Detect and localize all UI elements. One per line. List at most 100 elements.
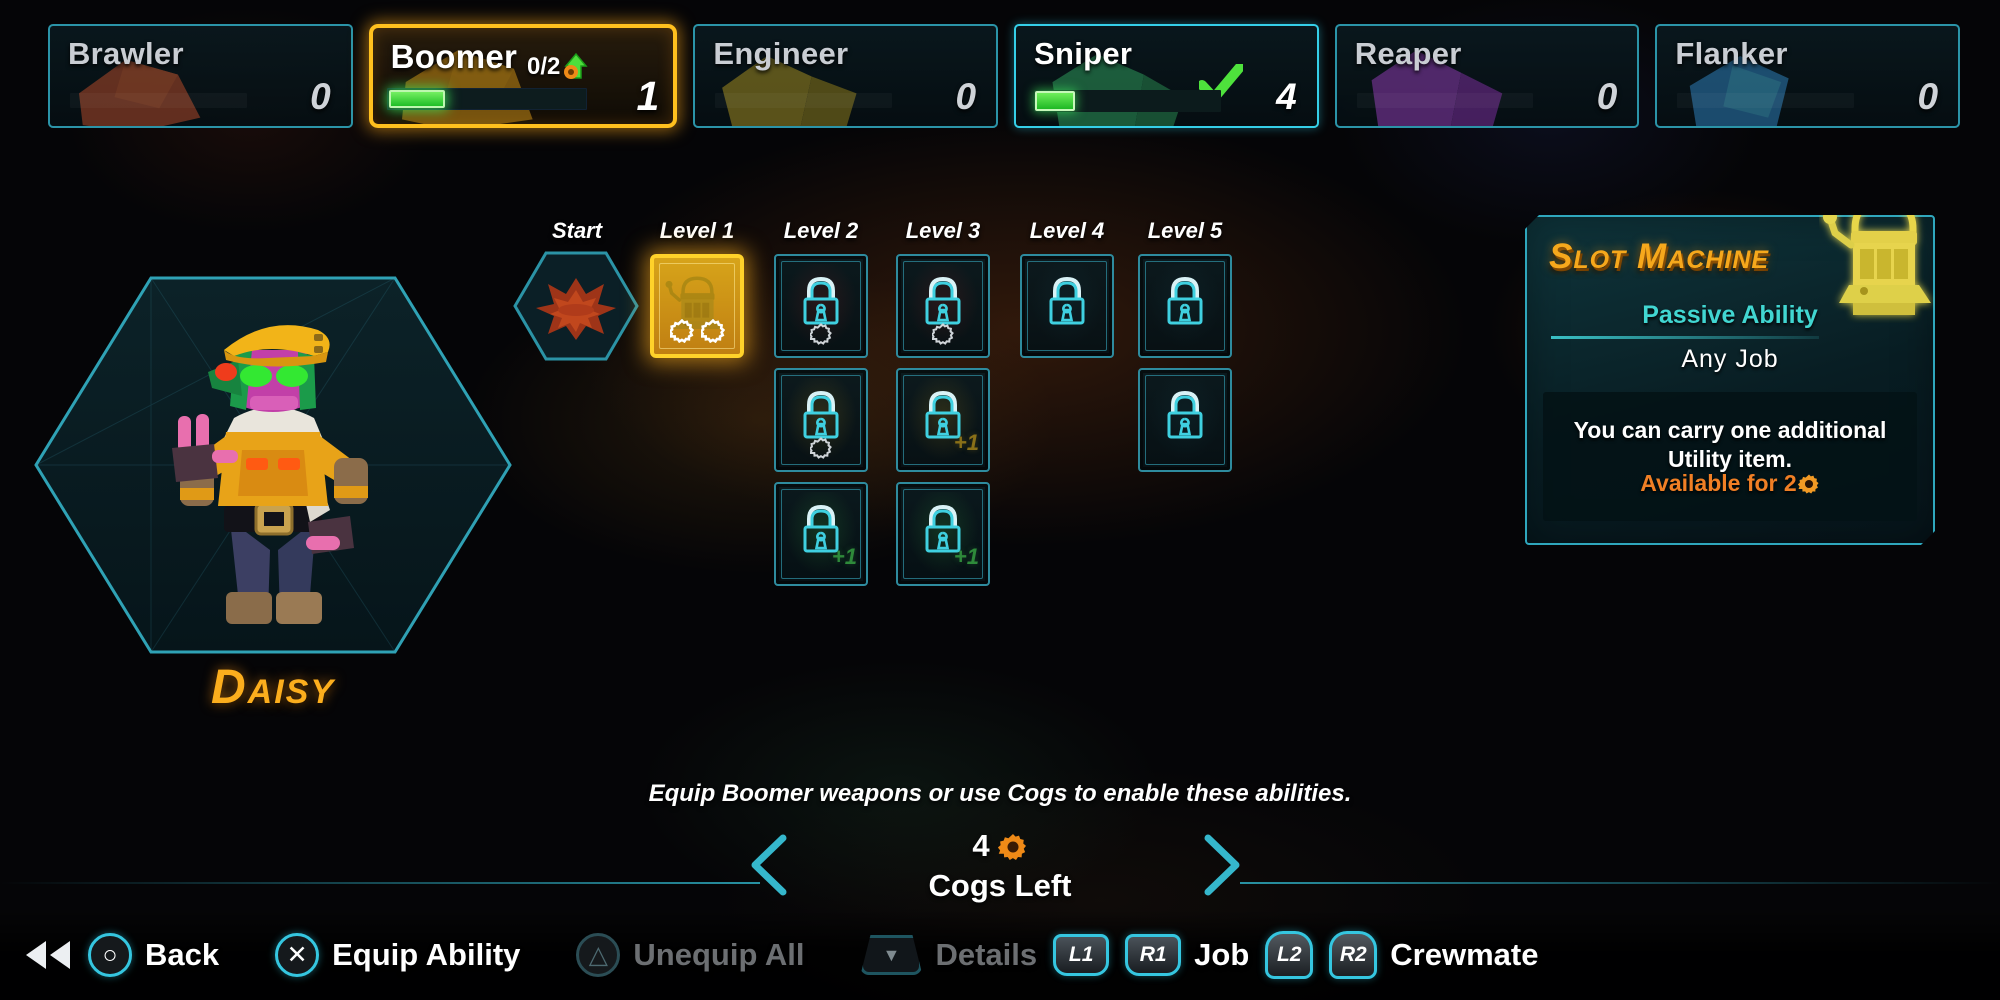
node-cost-row bbox=[776, 323, 866, 345]
lock-icon bbox=[925, 276, 961, 325]
job-level-count: 0 bbox=[955, 76, 977, 117]
cog-icon bbox=[1798, 473, 1820, 495]
cog-cost-icon bbox=[932, 323, 954, 345]
tree-node-c2-r1[interactable] bbox=[774, 368, 868, 472]
tree-node-c3-r2[interactable]: +1 bbox=[896, 482, 990, 586]
control-prompt-job[interactable]: R1 Job bbox=[1125, 934, 1249, 976]
cogs-amount: 4 bbox=[0, 828, 2000, 864]
job-tab-boomer[interactable]: Boomer 0/2 1 bbox=[368, 24, 678, 128]
cog-cost-icon bbox=[700, 319, 725, 343]
control-prompt-l2[interactable]: L2 bbox=[1265, 931, 1314, 979]
tree-node-c4-r0[interactable] bbox=[1020, 254, 1114, 358]
gamepad-button-cross-icon[interactable]: ✕ bbox=[275, 933, 320, 977]
tree-node-c5-r0[interactable] bbox=[1138, 254, 1232, 358]
node-cost-row bbox=[776, 437, 866, 459]
ability-divider bbox=[1551, 336, 1819, 339]
job-level-count: 0 bbox=[310, 76, 331, 117]
tree-node-c2-r2[interactable]: +1 bbox=[774, 482, 868, 586]
control-prompt-unequip-all[interactable]: △ Unequip All bbox=[576, 933, 804, 977]
ability-availability: Available for 2 bbox=[1543, 470, 1917, 497]
job-tab-sniper[interactable]: Sniper 4 bbox=[1014, 24, 1319, 128]
start-node-hex bbox=[513, 251, 639, 361]
control-prompt-equip-ability[interactable]: ✕ Equip Ability bbox=[275, 933, 520, 977]
job-name: Sniper bbox=[1034, 36, 1133, 71]
gamepad-button-r1-icon[interactable]: R1 bbox=[1125, 934, 1182, 976]
tree-node-c5-r1[interactable] bbox=[1138, 368, 1232, 472]
job-name: Reaper bbox=[1354, 36, 1462, 71]
ability-job-requirement: Any Job bbox=[1681, 345, 1779, 373]
gamepad-button-circle-icon[interactable]: ○ bbox=[88, 933, 132, 977]
control-prompt-label: Crewmate bbox=[1390, 937, 1539, 972]
job-name: Boomer bbox=[390, 38, 518, 75]
cogs-label: Cogs Left bbox=[928, 868, 1072, 903]
job-name: Brawler bbox=[68, 36, 184, 71]
job-upgrade-screen: Brawler 0 Boomer 0/2 1 Engineer 0 Sniper 4 Reaper… bbox=[0, 0, 2000, 1000]
job-progress-bar bbox=[1034, 90, 1221, 112]
control-prompt-l1[interactable]: L1 bbox=[1053, 934, 1110, 976]
tree-column-label-2: Level 2 bbox=[783, 218, 859, 243]
ability-availability-text: Available for bbox=[1640, 470, 1784, 496]
node-cost-row bbox=[654, 319, 740, 343]
control-prompt-label: Job bbox=[1194, 937, 1250, 972]
control-prompt-crewmate[interactable]: R2 Crewmate bbox=[1329, 931, 1538, 979]
job-name: Flanker bbox=[1675, 36, 1788, 71]
job-progress-bar bbox=[386, 88, 588, 110]
gamepad-button-l2-icon[interactable]: L2 bbox=[1265, 931, 1314, 979]
job-progress-bar bbox=[1677, 93, 1854, 108]
cog-icon bbox=[997, 834, 1026, 860]
job-level-count: 0 bbox=[1596, 76, 1618, 117]
ability-description-box: You can carry one additional Utility ite… bbox=[1543, 392, 1917, 521]
skill-tree: Start Level 1 Level 2 Level 3 Level 4 Level 5… bbox=[513, 218, 1232, 688]
cog-arrow-up-icon bbox=[564, 52, 588, 79]
cog-cost-icon bbox=[669, 319, 694, 343]
ability-cost-value: 2 bbox=[1783, 470, 1797, 496]
job-level-count: 1 bbox=[636, 73, 660, 119]
control-prompt-label: Back bbox=[145, 937, 220, 972]
ability-hint-text: Equip Boomer weapons or use Cogs to enab… bbox=[648, 780, 1352, 807]
gamepad-dpad-down-icon[interactable]: ▼ bbox=[860, 935, 922, 975]
job-progress-bar bbox=[1357, 93, 1534, 108]
job-tab-brawler[interactable]: Brawler 0 bbox=[48, 24, 353, 128]
gamepad-button-l1-icon[interactable]: L1 bbox=[1053, 934, 1110, 976]
job-tab-engineer[interactable]: Engineer 0 bbox=[693, 24, 999, 128]
tree-node-start[interactable] bbox=[512, 250, 640, 362]
control-prompt-back[interactable]: ○ Back bbox=[88, 933, 219, 977]
cog-cost-icon bbox=[810, 323, 832, 345]
control-prompt-details[interactable]: ▼ Details bbox=[860, 935, 1037, 975]
job-tab-flanker[interactable]: Flanker 0 bbox=[1655, 24, 1961, 128]
job-name: Engineer bbox=[713, 36, 849, 71]
control-prompt-label: Equip Ability bbox=[332, 937, 521, 972]
job-progress-bar bbox=[70, 93, 247, 108]
control-prompt-label: Unequip All bbox=[633, 937, 805, 972]
character-artwork bbox=[172, 325, 368, 624]
tree-column-label-1: Level 1 bbox=[659, 218, 735, 243]
job-progress-bar bbox=[715, 93, 892, 108]
job-progress-fill bbox=[388, 90, 445, 108]
job-upgrade-progress: 0/2 bbox=[527, 52, 589, 82]
gamepad-button-triangle-icon[interactable]: △ bbox=[576, 933, 621, 977]
slot-machine-emblem-icon bbox=[1819, 185, 1947, 323]
job-tab-reaper[interactable]: Reaper 0 bbox=[1334, 24, 1640, 128]
tree-node-c3-r0[interactable] bbox=[896, 254, 990, 358]
tree-column-label-0: Start bbox=[551, 218, 603, 243]
cog-cost-icon bbox=[810, 437, 832, 459]
tree-node-c3-r1[interactable]: +1 bbox=[896, 368, 990, 472]
ability-description: You can carry one additional Utility ite… bbox=[1573, 417, 1887, 473]
gamepad-button-r2-icon[interactable]: R2 bbox=[1329, 931, 1378, 979]
ability-title: Slot Machine bbox=[1549, 237, 1770, 276]
character-panel: Daisy bbox=[28, 270, 518, 740]
tree-node-c2-r0[interactable] bbox=[774, 254, 868, 358]
tree-node-c1-r0[interactable] bbox=[650, 254, 744, 358]
lock-icon bbox=[803, 276, 839, 325]
node-plus-one-label: +1 bbox=[831, 544, 857, 569]
lock-icon bbox=[1167, 390, 1203, 439]
job-level-count: 4 bbox=[1276, 76, 1297, 117]
cogs-amount-value: 4 bbox=[972, 828, 990, 863]
control-prompt-label: Details bbox=[935, 937, 1038, 972]
node-plus-one-label: +1 bbox=[953, 544, 979, 569]
tree-column-label-4: Level 4 bbox=[1029, 218, 1105, 243]
node-plus-one-label: +1 bbox=[953, 430, 979, 455]
character-name: Daisy bbox=[210, 661, 336, 714]
rewind-icon bbox=[22, 938, 76, 972]
control-hint-bar: ○ Back ✕ Equip Ability △ Unequip All ▼ Details L… bbox=[0, 910, 2000, 1000]
